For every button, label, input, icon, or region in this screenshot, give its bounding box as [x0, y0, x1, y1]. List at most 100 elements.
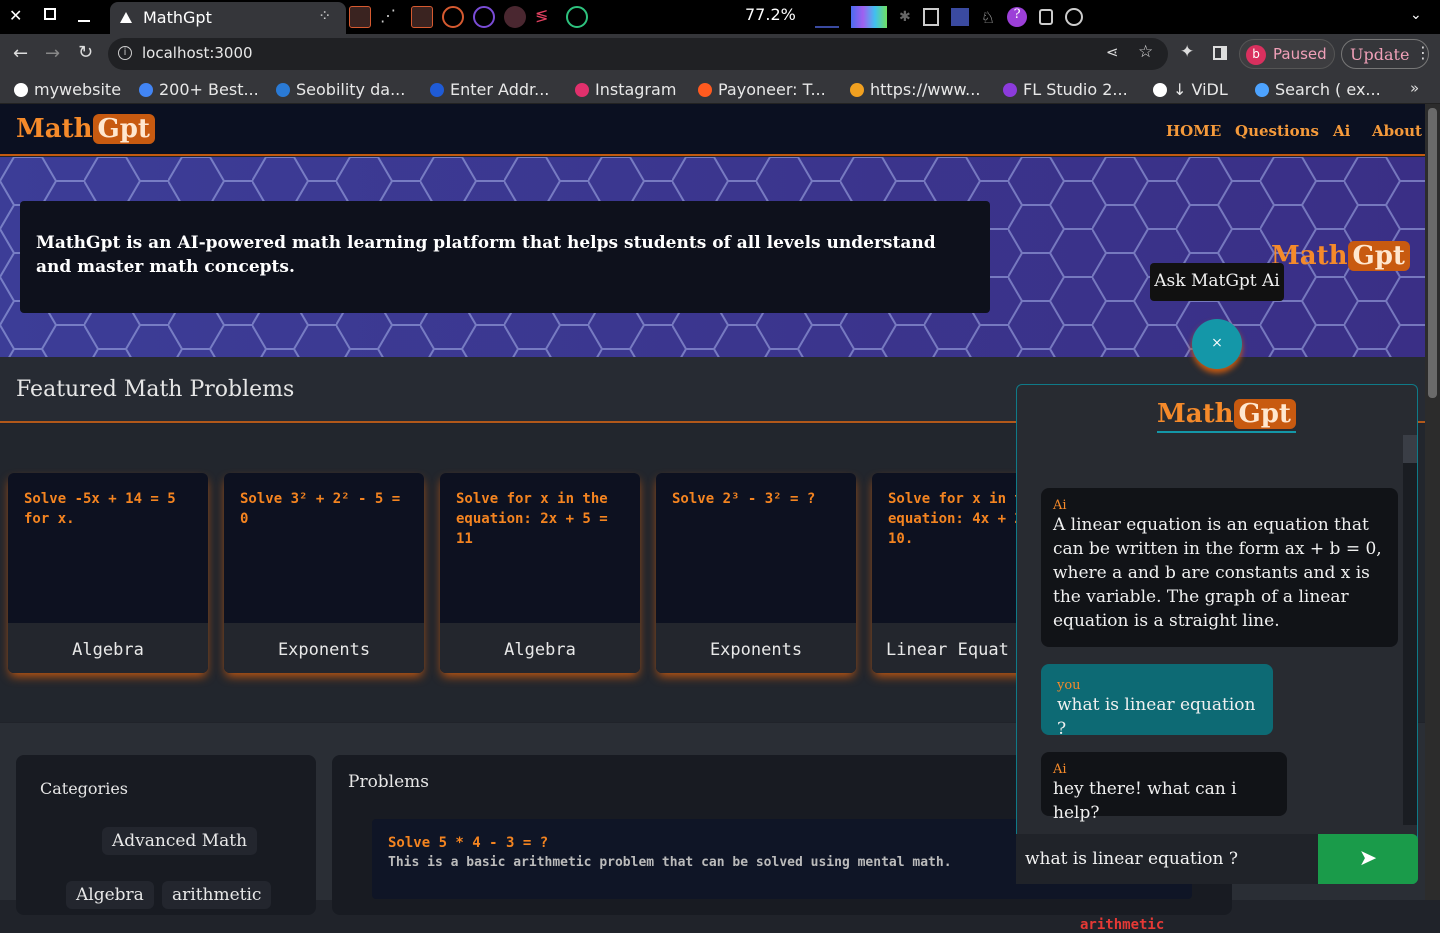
menu-dots-icon: ⋮ — [1415, 43, 1431, 62]
back-icon[interactable]: ← — [13, 43, 28, 64]
message-text: hey there! what can i help? — [1053, 779, 1237, 823]
bookmark-favicon-icon — [276, 83, 290, 97]
problem-card[interactable]: Solve -5x + 14 = 5 for x. Algebra — [8, 473, 208, 673]
side-panel-icon[interactable] — [1213, 46, 1227, 60]
minimize-window-icon[interactable] — [78, 20, 90, 22]
bookmark-favicon-icon — [14, 83, 28, 97]
bookmark-item[interactable]: Payoneer: T... — [698, 80, 826, 99]
categories-title: Categories — [40, 779, 128, 798]
bookmark-item[interactable]: Seobility da... — [276, 80, 405, 99]
card-category: Exponents — [224, 623, 424, 673]
bookmark-favicon-icon — [430, 83, 444, 97]
extensions-icon[interactable]: ✦ — [1180, 42, 1194, 62]
tab-list-chevron-icon[interactable]: ⌄ — [1410, 7, 1422, 23]
bookmark-item[interactable]: Search ( ex... — [1255, 80, 1381, 99]
bookmark-favicon-icon — [1153, 83, 1167, 97]
message-sender: you — [1057, 678, 1081, 693]
share-icon[interactable]: ⋖ — [1106, 43, 1119, 61]
nav-home[interactable]: HOME — [1166, 122, 1221, 140]
reload-icon[interactable]: ↻ — [78, 42, 93, 63]
chat-panel: Math Gpt Ai A linear equation is an equat… — [1016, 384, 1418, 884]
card-category: Exponents — [656, 623, 856, 673]
os-top-bar: ✕ MathGpt ⁘ ⋰ ≶ 77.2% ✱ ♘ ? ⌄ — [0, 0, 1440, 34]
bookmark-label: FL Studio 2... — [1023, 80, 1128, 99]
category-pill[interactable]: Advanced Math — [102, 827, 258, 855]
problem-description: This is a basic arithmetic problem that … — [388, 855, 952, 870]
extension-tray-icons: ⁘ ⋰ ≶ — [318, 6, 618, 28]
browser-toolbar: ← → ↻ i localhost:3000 ⋖ ☆ ✦ b Paused Up… — [0, 34, 1440, 74]
browser-tab[interactable]: MathGpt — [110, 2, 346, 34]
card-category: Algebra — [440, 623, 640, 673]
nav-questions[interactable]: Questions — [1235, 122, 1319, 140]
bookmark-label: Search ( ex... — [1275, 80, 1381, 99]
profile-button[interactable]: b Paused — [1239, 39, 1335, 69]
bookmark-star-icon[interactable]: ☆ — [1138, 42, 1153, 62]
bookmark-item[interactable]: Enter Addr... — [430, 80, 549, 99]
bookmark-item[interactable]: https://www... — [850, 80, 980, 99]
bookmark-label: Payoneer: T... — [718, 80, 826, 99]
bookmark-favicon-icon — [1255, 83, 1269, 97]
category-pill[interactable]: arithmetic — [162, 881, 272, 909]
chat-tooltip: Ask MatGpt Ai — [1150, 263, 1284, 301]
message-sender: Ai — [1053, 762, 1067, 777]
send-icon: ➤ — [1358, 846, 1378, 871]
send-button[interactable]: ➤ — [1318, 834, 1418, 884]
problem-card[interactable]: Solve 3² + 2² - 5 = 0 Exponents — [224, 473, 424, 673]
bookmark-item[interactable]: FL Studio 2... — [1003, 80, 1128, 99]
chat-message-ai: Ai hey there! what can i help? — [1041, 752, 1287, 823]
message-text: what is linear equation ? — [1057, 695, 1256, 739]
bookmark-label: ↓ ViDL — [1173, 80, 1228, 99]
problem-card[interactable]: Solve 2³ - 3² = ? Exponents — [656, 473, 856, 673]
bookmark-item[interactable]: Instagram — [575, 80, 676, 99]
bookmark-label: 200+ Best... — [159, 80, 259, 99]
message-sender: Ai — [1053, 498, 1067, 513]
chat-message-ai: Ai A linear equation is an equation that… — [1041, 488, 1398, 647]
card-question: Solve 3² + 2² - 5 = 0 — [240, 491, 401, 527]
profile-status: Paused — [1273, 45, 1327, 63]
chat-scrollbar[interactable] — [1403, 435, 1417, 825]
hero-description: MathGpt is an AI-powered math learning p… — [36, 233, 936, 277]
logo-math: Math — [16, 114, 93, 144]
restore-window-icon[interactable] — [44, 8, 56, 20]
bookmark-favicon-icon — [139, 83, 153, 97]
chat-close-button[interactable]: × — [1192, 319, 1242, 369]
card-question: Solve -5x + 14 = 5 for x. — [24, 491, 176, 527]
forward-icon[interactable]: → — [45, 43, 60, 64]
problem-tag[interactable]: arithmetic — [1080, 917, 1164, 933]
bookmark-item[interactable]: ↓ ViDL — [1153, 80, 1228, 99]
site-info-icon[interactable]: i — [118, 46, 132, 60]
card-category: Algebra — [8, 623, 208, 673]
system-tray-icons: ✱ ♘ ? — [815, 4, 1125, 30]
bookmark-item[interactable]: mywebsite — [14, 80, 121, 99]
more-bookmarks-icon[interactable]: » — [1410, 79, 1419, 97]
logo-gpt: Gpt — [92, 114, 155, 144]
chat-logo: Math Gpt — [1157, 399, 1296, 433]
nav-about[interactable]: About — [1372, 122, 1422, 140]
chat-scrollbar-thumb[interactable] — [1403, 435, 1417, 463]
bookmark-label: Instagram — [595, 80, 677, 99]
address-bar[interactable]: i localhost:3000 ⋖ ☆ — [108, 38, 1168, 70]
tab-title: MathGpt — [143, 8, 212, 27]
card-question: Solve 2³ - 3² = ? — [672, 491, 816, 507]
bookmark-favicon-icon — [850, 83, 864, 97]
update-button[interactable]: Update ⋮ — [1341, 39, 1431, 69]
site-header: Math Gpt HOME Questions Ai About — [0, 104, 1425, 156]
problem-card[interactable]: Solve for x in the equation: 2x + 5 = 11… — [440, 473, 640, 673]
nav-ai[interactable]: Ai — [1333, 122, 1350, 140]
message-text: A linear equation is an equation that ca… — [1053, 515, 1382, 631]
tab-favicon-icon — [120, 12, 132, 23]
card-question: Solve for x in the equation: 2x + 5 = 11 — [456, 491, 608, 547]
categories-panel: Categories Advanced Math Algebra arithme… — [16, 755, 316, 915]
category-pill[interactable]: Algebra — [66, 881, 154, 909]
page-scrollbar-thumb[interactable] — [1428, 108, 1437, 398]
chat-message-user: you what is linear equation ? — [1041, 664, 1273, 739]
page-scrollbar[interactable] — [1425, 104, 1440, 900]
hero-logo: Math Gpt — [1271, 241, 1410, 271]
chat-message-input[interactable] — [1016, 834, 1318, 884]
cpu-usage-readout: 77.2% — [745, 5, 796, 24]
hero-logo-gpt: Gpt — [1347, 241, 1410, 271]
bookmark-favicon-icon — [575, 83, 589, 97]
site-logo[interactable]: Math Gpt — [16, 114, 155, 144]
close-window-icon[interactable]: ✕ — [9, 6, 22, 25]
bookmark-item[interactable]: 200+ Best... — [139, 80, 259, 99]
